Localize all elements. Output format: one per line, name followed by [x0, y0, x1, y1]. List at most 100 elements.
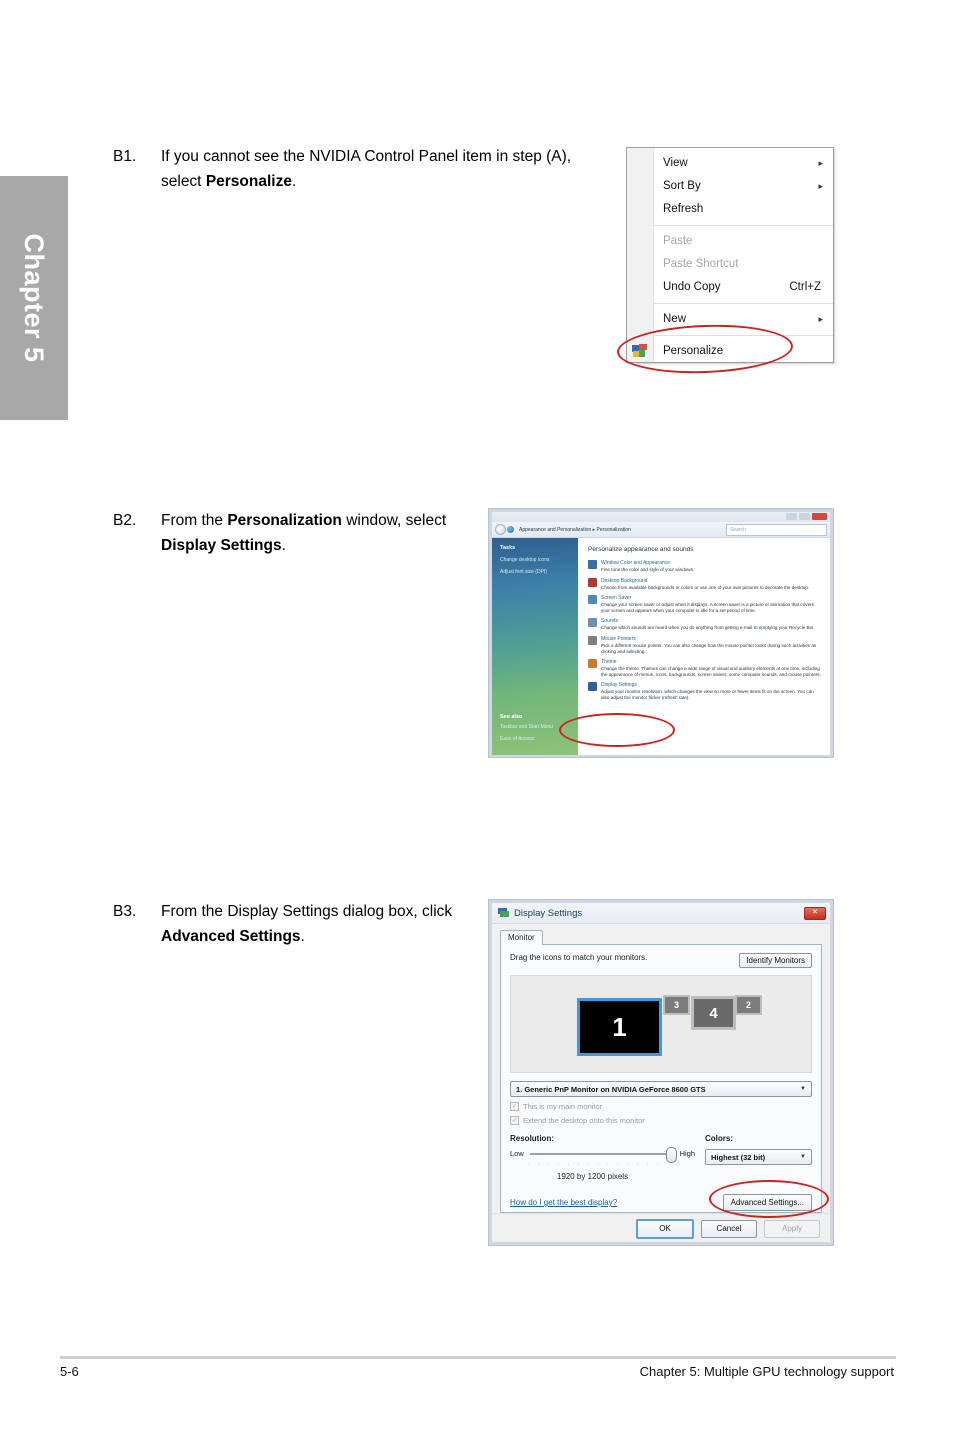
advanced-settings-highlight-ellipse — [709, 1180, 829, 1218]
entry-title[interactable]: Theme — [601, 659, 823, 665]
context-menu-item-view[interactable]: View ▸ — [627, 152, 833, 175]
entry-title[interactable]: Screen Saver — [601, 595, 823, 601]
personalization-entry-desktop-background[interactable]: Desktop Background Choose from available… — [588, 577, 823, 591]
close-icon[interactable]: ✕ — [804, 906, 826, 920]
colors-select-dropdown[interactable]: Highest (32 bit) ▼ — [705, 1149, 812, 1165]
checkbox-main-monitor[interactable]: ✓ This is my main monitor — [510, 1102, 812, 1111]
step-b1-text-bold: Personalize — [205, 173, 292, 190]
monitor-arrangement-canvas[interactable]: 1 3 4 2 — [510, 975, 812, 1073]
checkbox-extend-desktop[interactable]: ✓ Extend the desktop onto this monitor — [510, 1116, 812, 1125]
personalization-entry-screen-saver[interactable]: Screen Saver Change your screen saver or… — [588, 595, 823, 613]
chevron-right-icon: ▸ — [818, 314, 823, 324]
personalization-titlebar — [492, 512, 830, 522]
sounds-icon — [588, 618, 597, 628]
monitor-icon — [498, 908, 509, 917]
resolution-slider-row[interactable]: Low High — [510, 1146, 695, 1163]
display-settings-titlebar: Display Settings ✕ — [492, 903, 830, 924]
back-icon[interactable] — [495, 524, 506, 535]
close-icon[interactable] — [812, 513, 827, 520]
resolution-high-label: High — [679, 1149, 695, 1158]
screen-saver-icon — [588, 595, 597, 605]
resolution-slider-track[interactable] — [529, 1146, 677, 1163]
personalization-address-bar[interactable]: Appearance and Personalization ▸ Persona… — [492, 522, 830, 538]
context-menu-item-paste-label: Paste — [663, 235, 693, 247]
entry-description: Change the theme. Themes can change a wi… — [601, 666, 821, 677]
monitor-icon-3[interactable]: 3 — [663, 995, 690, 1015]
step-b3: B3. From the Display Settings dialog box… — [113, 899, 483, 949]
resolution-value: 1920 by 1200 pixels — [556, 1172, 629, 1181]
checkbox-main-monitor-label: This is my main monitor — [523, 1102, 603, 1111]
breadcrumb[interactable]: Appearance and Personalization ▸ Persona… — [519, 527, 631, 533]
step-b2-text: From the Personalization window, select … — [161, 508, 473, 558]
step-b3-text-part2: . — [300, 928, 305, 945]
display-settings-highlight-ellipse — [559, 713, 675, 747]
best-display-help-link[interactable]: How do I get the best display? — [510, 1198, 617, 1207]
step-b2-text-part2: window, select — [341, 512, 447, 529]
step-b3-text-bold: Advanced Settings — [161, 928, 301, 945]
tasks-heading: Tasks — [500, 545, 516, 551]
monitor-icon-2[interactable]: 2 — [735, 995, 762, 1015]
colors-select-value: Highest (32 bit) — [711, 1152, 766, 1162]
chevron-right-icon: ▸ — [818, 158, 823, 168]
minimize-icon[interactable] — [786, 513, 797, 520]
monitor-icon-1[interactable]: 1 — [577, 998, 662, 1056]
dialog-tabstrip: Monitor — [500, 930, 822, 946]
content-heading: Personalize appearance and sounds — [588, 546, 694, 553]
resolution-label: Resolution: — [510, 1134, 554, 1143]
resolution-column: Resolution: Low High · · · · · · · · · ·… — [510, 1134, 695, 1181]
context-menu-item-paste-shortcut: Paste Shortcut — [627, 253, 833, 276]
monitor-select-dropdown[interactable]: 1. Generic PnP Monitor on NVIDIA GeForce… — [510, 1081, 812, 1097]
nav-link-adjust-font-size[interactable]: Adjust font size (DPI) — [500, 569, 573, 576]
resolution-colors-row: Resolution: Low High · · · · · · · · · ·… — [510, 1134, 812, 1181]
entry-title[interactable]: Desktop Background — [601, 578, 823, 584]
identify-monitors-button[interactable]: Identify Monitors — [739, 953, 812, 968]
nav-link-change-desktop-icons[interactable]: Change desktop icons — [500, 557, 573, 564]
monitor-icon-4[interactable]: 4 — [691, 996, 736, 1030]
step-b2-text-part1: From the — [161, 512, 228, 529]
forward-icon[interactable] — [507, 526, 514, 533]
dialog-title: Display Settings — [514, 907, 583, 919]
personalization-entry-display-settings[interactable]: Display Settings Adjust your monitor res… — [588, 682, 823, 700]
colors-column: Colors: Highest (32 bit) ▼ — [695, 1134, 812, 1181]
entry-description: Change which sounds are heard when you d… — [601, 625, 815, 631]
chapter-side-tab-label: Chapter 5 — [19, 233, 50, 363]
context-menu-item-refresh[interactable]: Refresh — [627, 198, 833, 221]
context-menu-item-undo-copy-label: Undo Copy — [663, 281, 721, 293]
maximize-icon[interactable] — [799, 513, 810, 520]
context-menu-item-paste-shortcut-label: Paste Shortcut — [663, 258, 739, 270]
entry-title[interactable]: Window Color and Appearance — [601, 560, 823, 566]
context-menu-item-view-label: View — [663, 157, 688, 169]
cancel-button[interactable]: Cancel — [701, 1219, 757, 1238]
context-menu-item-sort-by[interactable]: Sort By ▸ — [627, 175, 833, 198]
personalization-entry-mouse-pointers[interactable]: Mouse Pointers Pick a different mouse po… — [588, 635, 823, 654]
context-menu-item-refresh-label: Refresh — [663, 203, 704, 215]
context-menu-item-new-label: New — [663, 313, 687, 325]
entry-title[interactable]: Display Settings — [601, 682, 823, 688]
mouse-pointer-icon — [588, 635, 597, 645]
personalization-entry-sounds[interactable]: Sounds Change which sounds are heard whe… — [588, 618, 823, 631]
entry-description: Fine tune the color and style of your wi… — [601, 567, 695, 572]
step-b1-text-part2: . — [291, 173, 297, 190]
footer-divider — [60, 1356, 896, 1359]
entry-title[interactable]: Sounds — [601, 618, 823, 624]
step-b2: B2. From the Personalization window, sel… — [113, 508, 473, 558]
resolution-slider-thumb[interactable] — [665, 1146, 677, 1163]
checkbox-icon: ✓ — [510, 1102, 519, 1111]
entry-description: Change your screen saver or adjust when … — [601, 602, 814, 613]
context-menu-item-paste: Paste — [627, 230, 833, 253]
tab-monitor[interactable]: Monitor — [500, 930, 543, 946]
apply-button: Apply — [764, 1219, 820, 1238]
step-b2-text-bold1: Personalization — [227, 512, 342, 529]
step-b1-number: B1. — [113, 148, 137, 165]
colors-label: Colors: — [705, 1134, 733, 1143]
personalization-entry-window-color[interactable]: Window Color and Appearance Fine tune th… — [588, 560, 823, 573]
entry-description: Pick a different mouse pointer. You can … — [601, 642, 817, 654]
resolution-slider-ticks: · · · · · · · · · · · · · · — [528, 1162, 662, 1168]
window-control-buttons[interactable] — [786, 513, 827, 520]
personalization-entry-theme[interactable]: Theme Change the theme. Themes can chang… — [588, 659, 823, 677]
ok-button[interactable]: OK — [636, 1218, 694, 1239]
entry-title[interactable]: Mouse Pointers — [601, 636, 823, 642]
nav-link-ease-of-access[interactable]: Ease of Access — [500, 736, 574, 743]
search-input[interactable]: Search — [726, 523, 827, 536]
context-menu-item-undo-copy[interactable]: Undo Copy Ctrl+Z — [627, 276, 833, 299]
